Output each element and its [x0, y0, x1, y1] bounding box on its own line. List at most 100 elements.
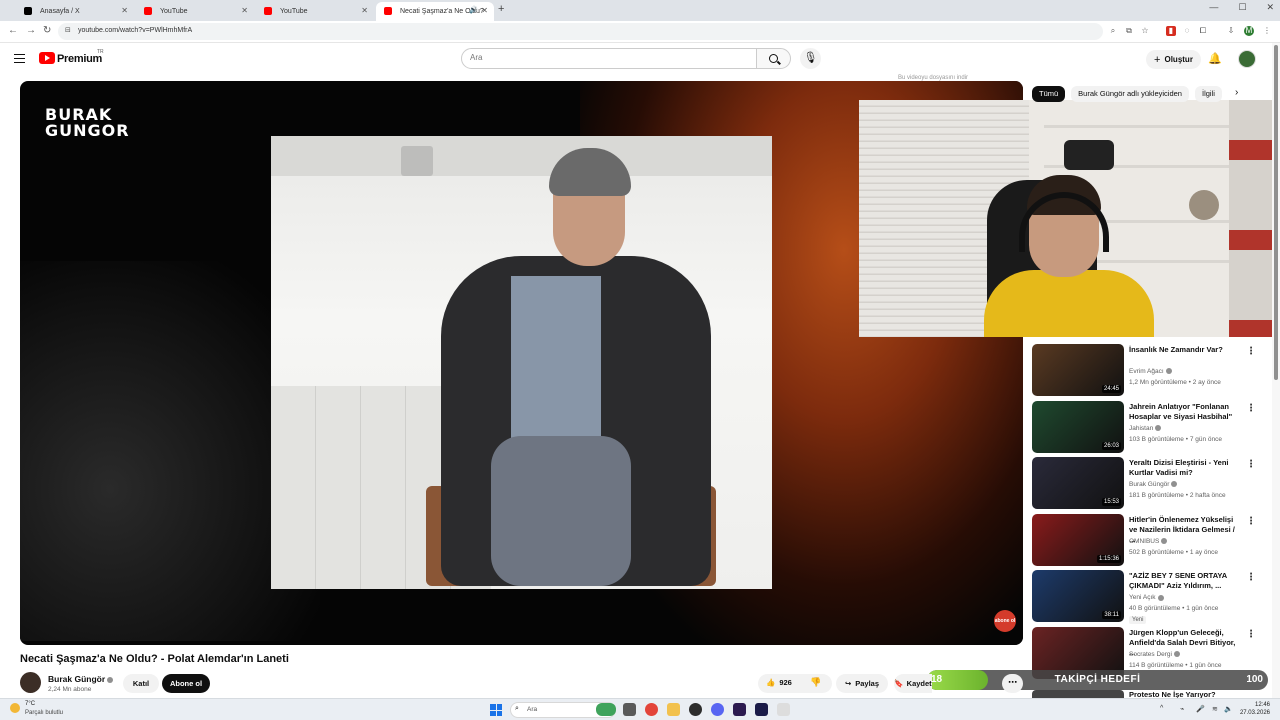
list-item-title[interactable]: "AZİZ BEY 7 SENE ORTAYA ÇIKMADI" Aziz Yı…: [1129, 571, 1241, 591]
pdf-extension-icon[interactable]: ▮: [1166, 26, 1176, 36]
channel-avatar[interactable]: [20, 672, 41, 693]
join-button[interactable]: Katıl: [123, 674, 159, 693]
video-thumbnail[interactable]: 38:11: [1032, 570, 1124, 623]
list-item-channel[interactable]: Yeni Açık: [1129, 594, 1164, 601]
weather-temperature[interactable]: 7°C: [25, 701, 35, 707]
shield-extension-icon[interactable]: ◌: [1182, 26, 1192, 36]
file-explorer-icon[interactable]: [667, 703, 680, 716]
account-avatar[interactable]: [1238, 50, 1256, 68]
download-overlay-label[interactable]: Bu videoyu dosyasını indir: [898, 75, 968, 81]
reload-icon[interactable]: ↻: [43, 25, 51, 36]
scrollbar-thumb[interactable]: [1274, 45, 1278, 380]
list-item-cut[interactable]: Protesto Ne İşe Yarıyor?: [1032, 690, 1257, 698]
list-item-channel[interactable]: Evrim Ağacı: [1129, 368, 1172, 375]
bookmark-star-icon[interactable]: ☆: [1140, 26, 1150, 36]
site-info-icon[interactable]: ⊟: [65, 26, 71, 34]
mic-tray-icon[interactable]: 🎤: [1196, 705, 1205, 713]
install-icon[interactable]: ⧉: [1124, 26, 1134, 36]
list-item-channel[interactable]: Jahistan: [1129, 425, 1162, 432]
share-button[interactable]: ↪ Paylaş: [836, 674, 888, 693]
discord-icon[interactable]: [711, 703, 724, 716]
new-tab-button[interactable]: +: [498, 3, 504, 15]
premiere-icon[interactable]: [733, 703, 746, 716]
close-tab-icon[interactable]: ✕: [121, 6, 128, 15]
youtube-logo-icon[interactable]: [39, 52, 55, 64]
kebab-menu-icon[interactable]: ⋮: [1246, 403, 1256, 414]
url-field[interactable]: [58, 23, 1103, 40]
like-button[interactable]: 👍 926: [766, 678, 792, 687]
list-item-channel[interactable]: OMNIBUS: [1129, 538, 1168, 545]
list-item-title[interactable]: İnsanlık Ne Zamandır Var?: [1129, 345, 1241, 355]
list-item-channel[interactable]: Socrates Dergi: [1129, 651, 1180, 658]
chrome-icon[interactable]: [645, 703, 658, 716]
after-effects-icon[interactable]: [755, 703, 768, 716]
kebab-menu-icon[interactable]: ⋮: [1246, 459, 1256, 470]
list-item-title[interactable]: Jahrein Anlatıyor "Fonlanan Hosaplar ve …: [1129, 402, 1241, 422]
search-button[interactable]: [756, 48, 791, 69]
kebab-menu-icon[interactable]: ⋮: [1246, 572, 1256, 583]
close-tab-icon[interactable]: ✕: [481, 6, 488, 15]
chip-all[interactable]: Tümü: [1032, 86, 1066, 102]
task-view-icon[interactable]: [623, 703, 636, 716]
list-item[interactable]: 38:11 "AZİZ BEY 7 SENE ORTAYA ÇIKMADI" Az…: [1032, 570, 1257, 625]
subscribe-watermark-badge[interactable]: abone ol: [994, 610, 1016, 632]
video-thumbnail[interactable]: 1:15:36: [1032, 513, 1124, 566]
downloads-icon[interactable]: ⇩: [1226, 26, 1236, 36]
kebab-menu-icon[interactable]: ⋮: [1246, 516, 1256, 527]
network-tray-icon[interactable]: ⌁: [1180, 705, 1184, 713]
clock-date[interactable]: 27.03.2026: [1226, 710, 1270, 716]
list-item[interactable]: 1:15:36 Hitler'in Önlenemez Yükselişi ve …: [1032, 513, 1257, 567]
share-icon: ↪: [844, 679, 852, 688]
obs-icon[interactable]: [689, 703, 702, 716]
dislike-button[interactable]: 👎: [810, 677, 821, 688]
chevron-right-icon[interactable]: ›: [1235, 87, 1238, 98]
create-button[interactable]: + Oluştur: [1146, 50, 1201, 69]
windows-start-icon[interactable]: [490, 704, 502, 716]
audio-icon[interactable]: 🔊: [469, 6, 478, 14]
chip-from-uploader[interactable]: Burak Güngör adlı yükleyiciden: [1071, 86, 1189, 102]
list-item-title[interactable]: Yeraltı Dizisi Eleştirisi - Yeni Kurtlar…: [1129, 458, 1241, 478]
video-thumbnail[interactable]: 26:03: [1032, 400, 1124, 453]
chip-related[interactable]: İlgili: [1194, 86, 1222, 102]
url-text[interactable]: youtube.com/watch?v=PWlHmhMfrA: [78, 27, 192, 34]
back-icon[interactable]: ←: [8, 25, 18, 36]
kebab-menu-icon[interactable]: ⋮: [1246, 346, 1256, 357]
notifications-bell-icon[interactable]: 🔔: [1208, 52, 1222, 65]
save-button[interactable]: 🔖 Kaydet: [894, 674, 932, 693]
puzzle-extensions-icon[interactable]: ⧠: [1198, 26, 1208, 36]
list-item[interactable]: 24:45 İnsanlık Ne Zamandır Var? Evrim Ağac…: [1032, 344, 1257, 397]
more-actions-button[interactable]: ⋯: [1002, 674, 1023, 693]
capcut-icon[interactable]: [777, 703, 790, 716]
video-thumbnail[interactable]: 24:45: [1032, 344, 1124, 396]
minimize-icon[interactable]: —: [1209, 2, 1218, 13]
profile-avatar-icon[interactable]: M: [1244, 26, 1254, 36]
list-item[interactable]: 15:53 Yeraltı Dizisi Eleştirisi - Yeni Ku…: [1032, 457, 1257, 510]
youtube-premium-logo-text[interactable]: Premium: [57, 53, 102, 65]
search-input[interactable]: [461, 48, 757, 69]
browser-tab-active[interactable]: Necati Şaşmaz'a Ne Oldu? 🔊 ✕: [376, 2, 494, 21]
voice-search-button[interactable]: 🎙: [800, 48, 821, 69]
zoom-icon[interactable]: ⌕: [1108, 26, 1118, 36]
chevron-up-icon[interactable]: ^: [1160, 705, 1163, 712]
wifi-icon[interactable]: ≋: [1212, 705, 1218, 713]
channel-name[interactable]: Burak Güngör: [48, 674, 114, 684]
weather-icon[interactable]: [10, 703, 20, 713]
close-tab-icon[interactable]: ✕: [361, 6, 368, 15]
close-window-icon[interactable]: ✕: [1266, 2, 1274, 13]
maximize-icon[interactable]: ☐: [1238, 2, 1246, 13]
browser-tab[interactable]: Anasayfa / X ✕: [16, 2, 134, 21]
list-item-channel[interactable]: Burak Güngör: [1129, 481, 1178, 488]
forward-icon[interactable]: →: [26, 25, 36, 36]
close-tab-icon[interactable]: ✕: [241, 6, 248, 15]
browser-tab[interactable]: YouTube ✕: [256, 2, 374, 21]
browser-menu-icon[interactable]: ⋮: [1262, 26, 1272, 36]
video-thumbnail[interactable]: 15:53: [1032, 457, 1124, 510]
hamburger-menu-icon[interactable]: [14, 54, 25, 63]
kebab-menu-icon[interactable]: ⋮: [1246, 629, 1256, 640]
browser-tab[interactable]: YouTube ✕: [136, 2, 254, 21]
list-item[interactable]: 26:03 Jahrein Anlatıyor "Fonlanan Hosapla…: [1032, 400, 1257, 454]
clock-time[interactable]: 12:46: [1226, 702, 1270, 708]
weather-description[interactable]: Parçalı bulutlu: [25, 710, 63, 716]
search-highlight-icon[interactable]: [596, 703, 616, 716]
subscribe-button[interactable]: Abone ol: [162, 674, 210, 693]
